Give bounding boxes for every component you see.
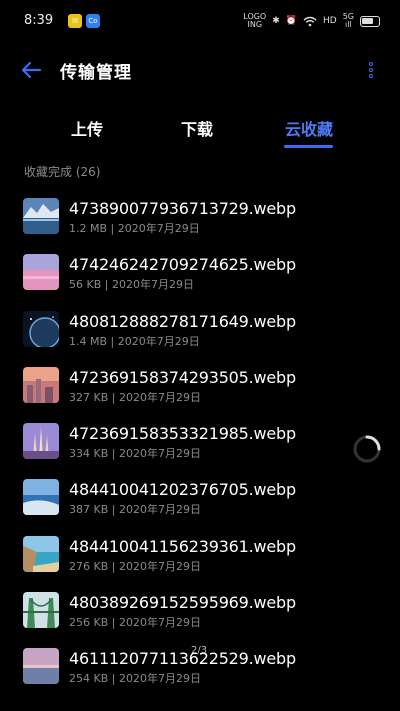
file-meta: 387 KB | 2020年7月29日 — [69, 503, 201, 517]
file-meta: 334 KB | 2020年7月29日 — [69, 447, 201, 461]
thumbnail-cathedral — [23, 423, 59, 460]
file-name: 480389269152595969.webp — [69, 593, 296, 613]
file-meta: 56 KB | 2020年7月29日 — [69, 278, 194, 292]
thumbnail-planet — [23, 310, 59, 347]
file-name: 473890077936713729.webp — [69, 199, 296, 218]
status-time: 8:39 — [24, 13, 54, 28]
battery-icon — [360, 15, 380, 27]
message-app-icon: ✉ — [68, 14, 82, 28]
file-meta: 254 KB | 2020年7月29日 — [69, 672, 201, 686]
thumbnail-city-sunset — [23, 366, 59, 403]
file-item[interactable]: 472369158353321985.webp 334 KB | 2020年7月… — [0, 415, 400, 471]
alarm-icon: ⏰ — [285, 16, 297, 26]
file-meta: 276 KB | 2020年7月29日 — [69, 559, 201, 573]
wifi-icon — [303, 16, 317, 26]
file-item[interactable]: 472369158374293505.webp 327 KB | 2020年7月… — [0, 359, 400, 415]
file-meta: 1.4 MB | 2020年7月29日 — [69, 334, 200, 348]
thumbnail-sunset-sea — [23, 648, 59, 685]
tab-cloud-favorites[interactable]: 云收藏 — [285, 116, 333, 140]
status-icons: LOGO ING ✱ ⏰ HD 5G ıll — [243, 12, 380, 30]
file-name: 484410041202376705.webp — [69, 480, 296, 500]
thumbnail-mountain-lake — [23, 198, 59, 234]
app-header: 传输管理 — [0, 48, 400, 92]
loading-spinner-icon — [353, 435, 381, 463]
more-dot — [369, 62, 373, 66]
bluetooth-icon: ✱ — [272, 16, 280, 26]
file-item[interactable]: 473890077936713729.webp 1.2 MB | 2020年7月… — [0, 190, 400, 246]
active-tab-indicator — [284, 145, 333, 148]
file-name: 484410041156239361.webp — [69, 536, 296, 556]
status-bar: 8:39 ✉ Co LOGO ING ✱ ⏰ HD 5G ıll — [0, 0, 400, 42]
thumbnail-beach-cliff — [23, 535, 59, 572]
more-options-button[interactable] — [364, 56, 378, 84]
file-name: 480812888278171649.webp — [69, 311, 296, 331]
file-meta: 327 KB | 2020年7月29日 — [69, 390, 201, 404]
tab-download[interactable]: 下载 — [181, 116, 213, 140]
file-meta: 1.2 MB | 2020年7月29日 — [69, 222, 200, 235]
thumbnail-pink-sky — [23, 254, 59, 291]
tab-upload[interactable]: 上传 — [71, 116, 103, 140]
file-item[interactable]: 480812888278171649.webp 1.4 MB | 2020年7月… — [0, 303, 400, 359]
back-button[interactable] — [18, 56, 46, 84]
section-label: 收藏完成 (26) — [24, 165, 101, 179]
signal-icon: 5G ıll — [342, 12, 354, 29]
file-item[interactable]: 484410041156239361.webp 276 KB | 2020年7月… — [0, 528, 400, 584]
file-item[interactable]: 474246242709274625.webp 56 KB | 2020年7月2… — [0, 246, 400, 302]
file-name: 472369158353321985.webp — [69, 424, 296, 444]
page-indicator: 2/3 — [191, 645, 208, 656]
file-item[interactable]: 484410041202376705.webp 387 KB | 2020年7月… — [0, 471, 400, 527]
network-logo-icon: LOGO ING — [243, 12, 267, 29]
file-name: 461112077113622529.webp — [69, 649, 296, 669]
co-app-icon: Co — [86, 14, 100, 28]
file-name: 472369158374293505.webp — [69, 367, 296, 387]
file-item[interactable]: 480389269152595969.webp 256 KB | 2020年7月… — [0, 584, 400, 640]
page-title: 传输管理 — [60, 63, 132, 83]
tab-bar: 上传 下载 云收藏 — [0, 108, 400, 152]
back-arrow-icon — [21, 61, 42, 79]
file-name: 474246242709274625.webp — [69, 255, 296, 275]
more-dot — [369, 68, 373, 72]
hd-indicator: HD — [323, 16, 337, 26]
file-meta: 256 KB | 2020年7月29日 — [69, 616, 201, 630]
thumbnail-ocean-coast — [23, 479, 59, 516]
thumbnail-green-bridge — [23, 592, 59, 629]
more-dot — [369, 74, 373, 78]
file-list: 473890077936713729.webp 1.2 MB | 2020年7月… — [0, 190, 400, 697]
